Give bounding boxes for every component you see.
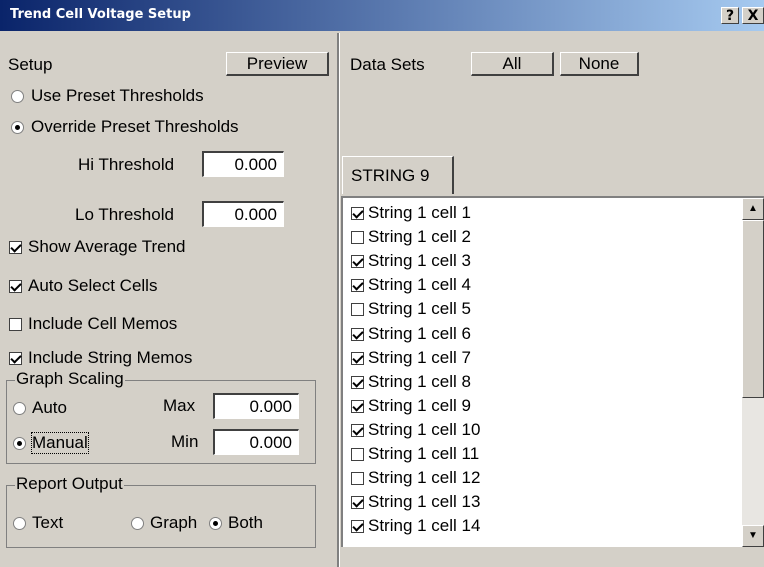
window-title: Trend Cell Voltage Setup xyxy=(10,7,191,22)
cell-label: String 1 cell 12 xyxy=(368,468,481,488)
cell-label: String 1 cell 6 xyxy=(368,323,471,343)
override-preset-radio[interactable] xyxy=(11,121,24,134)
cell-checkbox[interactable] xyxy=(351,520,364,534)
include-string-memos-label: Include String Memos xyxy=(28,348,193,367)
cell-checkbox[interactable] xyxy=(351,351,364,365)
cell-list[interactable]: String 1 cell 1 String 1 cell 2 String 1 c… xyxy=(341,196,764,547)
cell-label: String 1 cell 1 xyxy=(368,203,471,222)
auto-scaling-radio[interactable] xyxy=(13,402,26,415)
help-button[interactable]: ? xyxy=(721,7,739,24)
auto-select-cells-label: Auto Select Cells xyxy=(28,276,158,295)
use-preset-radio[interactable] xyxy=(11,90,24,103)
auto-select-cells-checkbox[interactable] xyxy=(9,280,22,293)
cell-label: String 1 cell 11 xyxy=(368,444,480,463)
cell-label: String 1 cell 4 xyxy=(368,275,471,295)
include-cell-memos-checkbox[interactable] xyxy=(9,318,22,331)
preview-button[interactable]: Preview xyxy=(226,52,329,76)
panel-divider xyxy=(337,33,340,567)
data-sets-label: Data Sets xyxy=(350,55,425,74)
manual-scaling-label: Manual xyxy=(31,432,89,454)
both-output-label: Both xyxy=(228,513,263,532)
cell-checkbox[interactable] xyxy=(351,231,364,245)
hi-threshold-label: Hi Threshold xyxy=(78,155,175,174)
cell-label: String 1 cell 14 xyxy=(368,516,481,536)
hi-threshold-field[interactable]: 0.000 xyxy=(202,151,284,177)
lo-threshold-label: Lo Threshold xyxy=(75,205,174,224)
graph-output-label: Graph xyxy=(150,513,198,532)
vertical-scrollbar[interactable]: ▲ ▼ xyxy=(742,198,764,547)
use-preset-label: Use Preset Thresholds xyxy=(31,86,204,105)
cell-checkbox[interactable] xyxy=(351,279,364,293)
graph-output-radio[interactable] xyxy=(131,517,144,530)
scroll-up-icon[interactable]: ▲ xyxy=(742,198,764,220)
lo-threshold-field[interactable]: 0.000 xyxy=(202,201,284,227)
setup-label: Setup xyxy=(8,55,53,74)
min-field[interactable]: 0.000 xyxy=(213,429,299,455)
tab-string-9-label: STRING 9 xyxy=(351,166,430,185)
min-label: Min xyxy=(171,432,199,451)
cell-label: String 1 cell 9 xyxy=(368,395,471,415)
scroll-thumb[interactable] xyxy=(742,220,764,398)
cell-label: String 1 cell 8 xyxy=(368,371,471,391)
both-output-radio[interactable] xyxy=(209,517,222,530)
all-button[interactable]: All xyxy=(471,52,554,76)
show-average-trend-label: Show Average Trend xyxy=(28,237,186,256)
cell-checkbox[interactable] xyxy=(351,423,364,437)
max-label: Max xyxy=(163,396,196,415)
report-output-legend: Report Output xyxy=(15,474,124,494)
cell-checkbox[interactable] xyxy=(351,207,364,220)
include-cell-memos-label: Include Cell Memos xyxy=(28,314,178,333)
cell-checkbox[interactable] xyxy=(351,472,364,486)
cell-checkbox[interactable] xyxy=(351,327,364,341)
cell-label: String 1 cell 13 xyxy=(368,492,481,512)
include-string-memos-checkbox[interactable] xyxy=(9,352,22,365)
cell-checkbox[interactable] xyxy=(351,303,364,317)
cell-checkbox[interactable] xyxy=(351,496,364,510)
cell-checkbox[interactable] xyxy=(351,255,364,269)
cell-checkbox[interactable] xyxy=(351,375,364,389)
override-preset-label: Override Preset Thresholds xyxy=(31,117,239,136)
cell-label: String 1 cell 10 xyxy=(368,419,481,439)
cell-label: String 1 cell 7 xyxy=(368,347,471,367)
dialog-window: Trend Cell Voltage Setup ? X Setup Previ… xyxy=(0,0,764,567)
cell-checkbox[interactable] xyxy=(351,448,364,461)
show-average-trend-checkbox[interactable] xyxy=(9,241,22,254)
cell-checkbox[interactable] xyxy=(351,399,364,413)
max-field[interactable]: 0.000 xyxy=(213,393,299,419)
tab-string-9[interactable]: STRING 9 xyxy=(342,156,454,194)
scroll-down-icon[interactable]: ▼ xyxy=(742,525,764,547)
title-bar[interactable]: Trend Cell Voltage Setup ? X xyxy=(0,0,764,31)
auto-scaling-label: Auto xyxy=(32,398,67,417)
manual-scaling-radio[interactable] xyxy=(13,437,26,450)
none-button[interactable]: None xyxy=(560,52,639,76)
cell-label: String 1 cell 5 xyxy=(368,299,471,319)
cell-label: String 1 cell 3 xyxy=(368,251,471,271)
cell-label: String 1 cell 2 xyxy=(368,227,471,247)
text-output-radio[interactable] xyxy=(13,517,26,530)
text-output-label: Text xyxy=(32,513,64,532)
graph-scaling-legend: Graph Scaling xyxy=(15,369,125,389)
close-button[interactable]: X xyxy=(742,7,764,24)
